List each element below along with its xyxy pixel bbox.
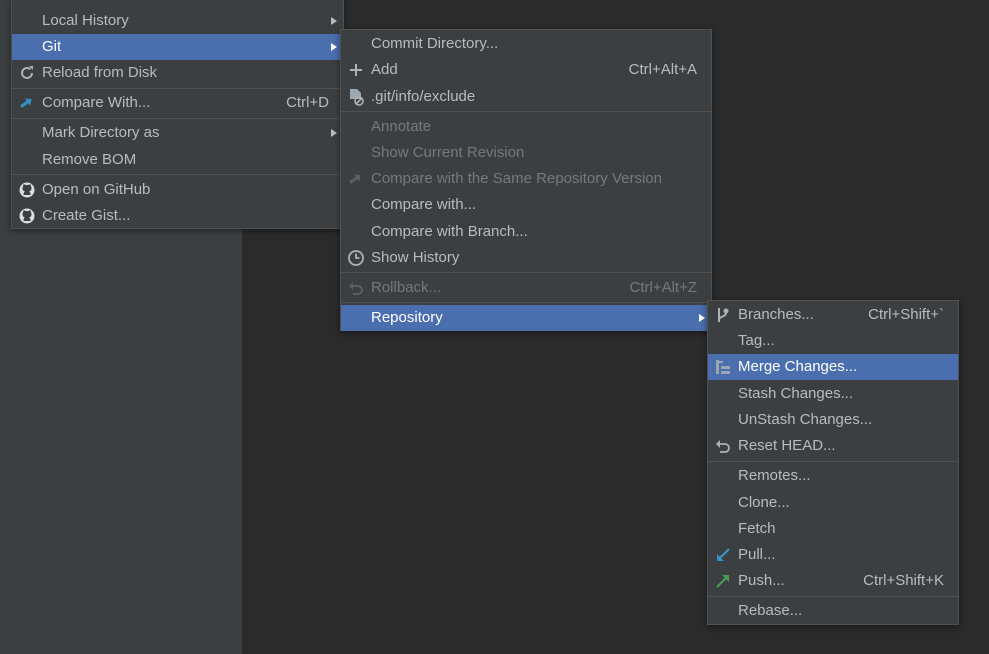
- menu-item-stash-changes[interactable]: Stash Changes...: [708, 381, 958, 407]
- menu-item-annotate[interactable]: Annotate: [341, 114, 711, 140]
- menu-item-show-current-revision[interactable]: Show Current Revision: [341, 140, 711, 166]
- menu-item-compare-same-repository-version[interactable]: Compare with the Same Repository Version: [341, 166, 711, 192]
- menu-item-clone[interactable]: Clone...: [708, 490, 958, 516]
- menu-item-label: Rollback...: [371, 279, 442, 296]
- pull-arrow-icon: [714, 546, 732, 564]
- submenu-arrow-icon: [331, 43, 337, 51]
- push-arrow-icon: [714, 572, 732, 590]
- menu-item-branches[interactable]: Branches... Ctrl+Shift+`: [708, 302, 958, 328]
- repository-submenu: Branches... Ctrl+Shift+` Tag... Merge Ch…: [707, 300, 959, 625]
- git-submenu: Commit Directory... Add Ctrl+Alt+A .git/…: [340, 29, 712, 331]
- menu-item-label: UnStash Changes...: [738, 411, 873, 428]
- github-icon: [18, 181, 36, 199]
- menu-separator: [708, 461, 958, 462]
- menu-item-mark-directory-as[interactable]: Mark Directory as: [12, 120, 343, 146]
- undo-icon: [714, 437, 732, 455]
- menu-item-shortcut: Ctrl+D: [286, 94, 329, 111]
- merge-icon: [714, 358, 732, 376]
- menu-item-reload-from-disk[interactable]: Reload from Disk: [12, 60, 343, 86]
- menu-item-label: Create Gist...: [42, 207, 131, 224]
- undo-icon: [347, 279, 365, 297]
- menu-item-label: Local History: [42, 12, 129, 29]
- github-icon: [18, 207, 36, 225]
- menu-item-label: Show Current Revision: [371, 144, 525, 161]
- menu-item-unstash-changes[interactable]: UnStash Changes...: [708, 407, 958, 433]
- menu-item-tag[interactable]: Tag...: [708, 328, 958, 354]
- menu-item-label: Tag...: [738, 332, 775, 349]
- compare-icon: [347, 170, 365, 188]
- menu-item-label: Commit Directory...: [371, 35, 499, 52]
- menu-item-label: Fetch: [738, 520, 776, 537]
- submenu-arrow-icon: [331, 129, 337, 137]
- menu-item-shortcut: Ctrl+Alt+A: [628, 61, 697, 78]
- menu-item-label: Compare with the Same Repository Version: [371, 170, 662, 187]
- menu-separator: [12, 88, 343, 89]
- menu-item-label: .git/info/exclude: [371, 88, 476, 105]
- menu-item-label: Push...: [738, 572, 785, 589]
- menu-item-label: Compare with...: [371, 196, 477, 213]
- menu-item-create-gist[interactable]: Create Gist...: [12, 203, 343, 229]
- compare-icon: [18, 94, 36, 112]
- menu-item-shortcut: Ctrl+Alt+Z: [629, 279, 697, 296]
- menu-item-commit-directory[interactable]: Commit Directory...: [341, 31, 711, 57]
- menu-item-label: Reload from Disk: [42, 64, 158, 81]
- menu-item-label: Clone...: [738, 494, 790, 511]
- menu-item-shortcut: Ctrl+Shift+K: [863, 572, 944, 589]
- submenu-arrow-icon: [699, 314, 705, 322]
- menu-item-label: Reset HEAD...: [738, 437, 836, 454]
- menu-item-label: Pull...: [738, 546, 776, 563]
- menu-item-compare-with-branch[interactable]: Compare with Branch...: [341, 219, 711, 245]
- menu-item-add[interactable]: Add Ctrl+Alt+A: [341, 57, 711, 83]
- menu-item-push[interactable]: Push... Ctrl+Shift+K: [708, 568, 958, 594]
- menu-item-shortcut: Ctrl+Shift+`: [868, 306, 944, 323]
- menu-item-rollback[interactable]: Rollback... Ctrl+Alt+Z: [341, 275, 711, 301]
- ignore-file-icon: [347, 88, 365, 106]
- menu-separator: [341, 302, 711, 303]
- menu-item-label: Repository: [371, 309, 443, 326]
- menu-item-label: Stash Changes...: [738, 385, 854, 402]
- menu-item-label: Remove BOM: [42, 151, 137, 168]
- clock-icon: [347, 249, 365, 267]
- menu-item-label: Merge Changes...: [738, 358, 858, 375]
- menu-item-label: Git: [42, 38, 62, 55]
- menu-item-merge-changes[interactable]: Merge Changes...: [708, 354, 958, 380]
- menu-item-remove-bom[interactable]: Remove BOM: [12, 147, 343, 173]
- plus-icon: [347, 61, 365, 79]
- menu-item-fetch[interactable]: Fetch: [708, 516, 958, 542]
- menu-item-repository[interactable]: Repository: [341, 305, 711, 331]
- menu-separator: [708, 596, 958, 597]
- menu-item-compare-with[interactable]: Compare With... Ctrl+D: [12, 90, 343, 116]
- menu-separator: [341, 111, 711, 112]
- menu-item-label: Compare With...: [42, 94, 151, 111]
- menu-item-show-history[interactable]: Show History: [341, 245, 711, 271]
- menu-item-open-on-github[interactable]: Open on GitHub: [12, 177, 343, 203]
- submenu-arrow-icon: [331, 17, 337, 25]
- menu-item-remotes[interactable]: Remotes...: [708, 463, 958, 489]
- menu-item-label: Open on GitHub: [42, 181, 151, 198]
- context-menu: Local History Git Reload from Disk Compa…: [11, 0, 344, 229]
- menu-item-reset-head[interactable]: Reset HEAD...: [708, 433, 958, 459]
- menu-item-pull[interactable]: Pull...: [708, 542, 958, 568]
- menu-separator: [12, 118, 343, 119]
- menu-item-label: Annotate: [371, 118, 432, 135]
- menu-item-label: Add: [371, 61, 398, 78]
- menu-item-label: Compare with Branch...: [371, 223, 528, 240]
- reload-icon: [18, 64, 36, 82]
- menu-item-local-history[interactable]: Local History: [12, 8, 343, 34]
- menu-separator: [12, 174, 343, 175]
- menu-item-label: Mark Directory as: [42, 124, 160, 141]
- menu-item-compare-with[interactable]: Compare with...: [341, 192, 711, 218]
- menu-item-label: Show History: [371, 249, 460, 266]
- branch-icon: [714, 306, 732, 324]
- menu-item-git[interactable]: Git: [12, 34, 343, 60]
- menu-item-label: Rebase...: [738, 602, 803, 619]
- menu-separator: [341, 272, 711, 273]
- menu-item-rebase[interactable]: Rebase...: [708, 598, 958, 624]
- menu-item-git-info-exclude[interactable]: .git/info/exclude: [341, 84, 711, 110]
- menu-item-label: Branches...: [738, 306, 814, 323]
- menu-item-label: Remotes...: [738, 467, 811, 484]
